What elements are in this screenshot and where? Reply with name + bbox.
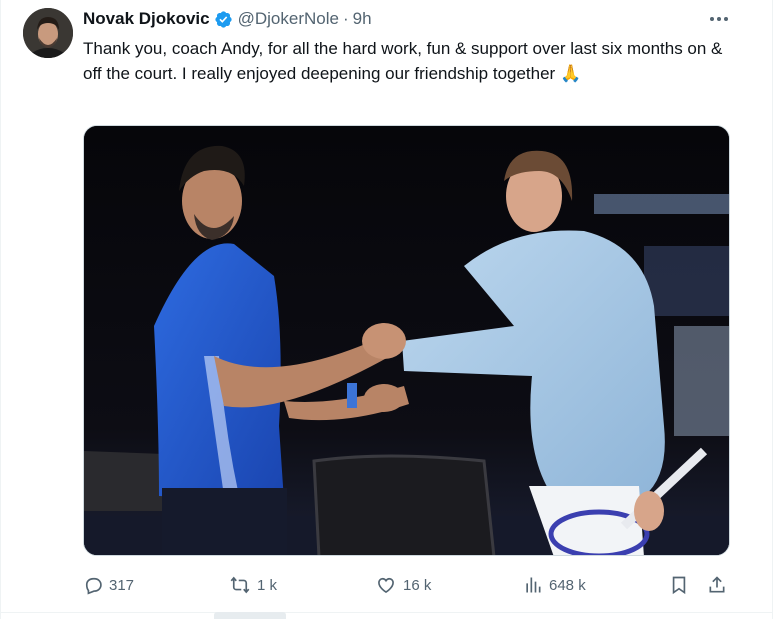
share-icon	[709, 576, 725, 593]
bookmark-icon	[672, 576, 686, 595]
like-count: 16 k	[403, 576, 432, 594]
tweet-actions: 317 1 k 16 k 648 k	[71, 572, 741, 598]
tweet-card[interactable]: Novak Djokovic @DjokerNole · 9h Thank yo…	[0, 0, 773, 619]
reply-icon	[85, 577, 102, 595]
repost-button[interactable]: 1 k	[229, 572, 277, 598]
author-display-name[interactable]: Novak Djokovic	[83, 9, 210, 29]
author-handle[interactable]: @DjokerNole	[238, 9, 339, 29]
heart-icon	[378, 577, 394, 594]
views-icon	[526, 577, 541, 593]
more-options-icon[interactable]	[705, 8, 733, 30]
reply-button[interactable]: 317	[83, 572, 134, 598]
author-avatar[interactable]	[23, 8, 73, 58]
repost-count: 1 k	[257, 576, 278, 594]
views-button[interactable]: 648 k	[523, 572, 586, 598]
tweet-photo[interactable]	[83, 125, 730, 556]
repost-icon	[230, 576, 250, 594]
views-count: 648 k	[549, 576, 586, 594]
like-button[interactable]: 16 k	[375, 572, 431, 598]
avatar-photo	[23, 8, 73, 58]
tweet-header: Novak Djokovic @DjokerNole · 9h	[83, 9, 372, 29]
verified-badge-icon[interactable]	[214, 10, 233, 29]
next-item-fragment	[214, 612, 286, 619]
share-button[interactable]	[707, 572, 727, 598]
header-separator: ·	[342, 9, 349, 28]
tweet-text: Thank you, coach Andy, for all the hard …	[83, 39, 723, 83]
next-item-divider	[1, 612, 773, 619]
reply-count: 317	[109, 576, 135, 594]
tweet-timestamp[interactable]: 9h	[353, 9, 372, 29]
bookmark-button[interactable]	[669, 572, 689, 598]
photo-handshake	[84, 126, 729, 555]
